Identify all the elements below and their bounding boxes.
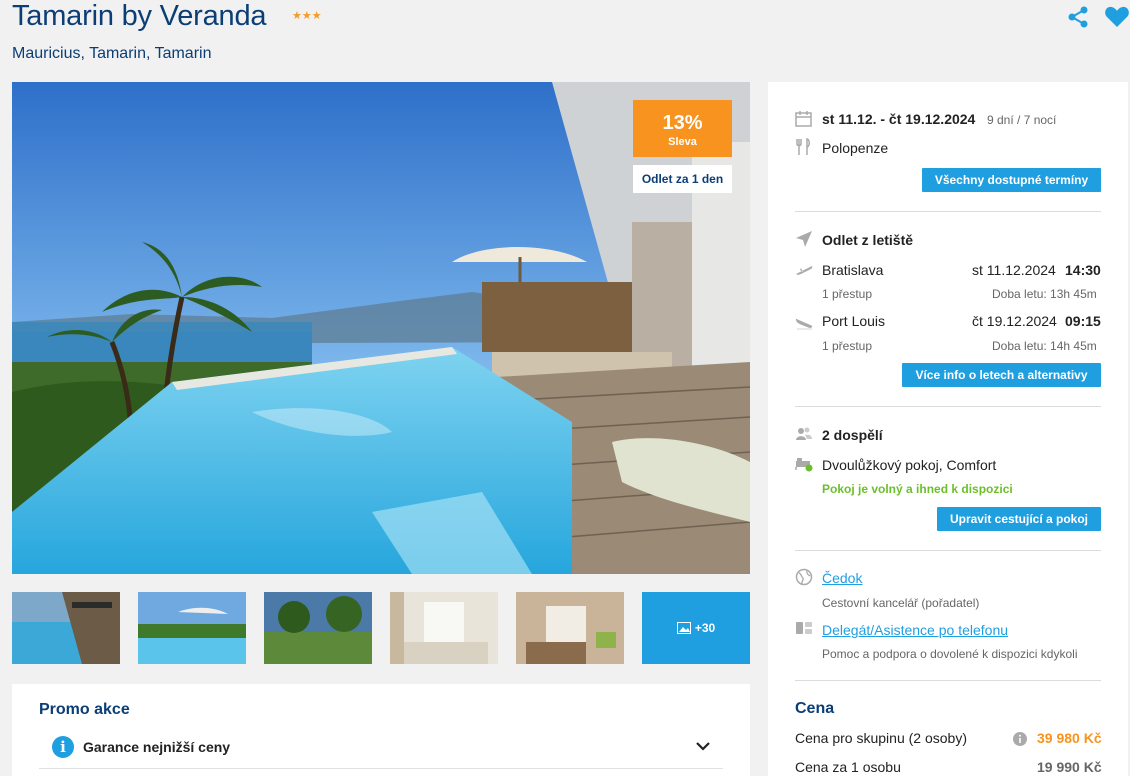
chevron-down-icon (696, 742, 710, 751)
inbound-stops: 1 přestup (822, 339, 873, 353)
hotel-name: Tamarin by Veranda (12, 0, 267, 32)
plane-landing-icon (795, 318, 813, 330)
cutlery-icon (796, 138, 810, 155)
outbound-date: st 11.12.2024 (972, 262, 1056, 278)
agency-description: Cestovní kancelář (pořadatel) (822, 596, 980, 610)
hero-photo[interactable]: 13% Sleva Odlet za 1 den (12, 82, 750, 574)
discount-badge: 13% Sleva (633, 100, 732, 157)
plane-takeoff-icon (796, 266, 813, 275)
navigation-arrow-icon (796, 231, 812, 247)
phone-support-icon (796, 622, 812, 634)
promo-section: Promo akce i Garance nejnižší ceny (12, 684, 750, 776)
promo-item-lowest-price[interactable]: i Garance nejnižší ceny (39, 731, 723, 769)
flights-heading: Odlet z letiště (822, 232, 914, 248)
group-price-value: 39 980 Kč (1037, 730, 1102, 746)
thumbnail[interactable] (12, 592, 120, 664)
calendar-icon (795, 111, 812, 127)
divider (795, 550, 1101, 551)
share-icon[interactable] (1066, 5, 1090, 29)
discount-percent: 13% (662, 112, 703, 134)
agency-link[interactable]: Čedok (822, 570, 862, 586)
page-header: Tamarin by Veranda ★★★ Mauricius, Tamari… (12, 0, 1130, 70)
per-person-price-value: 19 990 Kč (1037, 759, 1102, 775)
support-link[interactable]: Delegát/Asistence po telefonu (822, 622, 1008, 638)
trip-duration: 9 dní / 7 nocí (987, 113, 1057, 127)
per-person-price-label: Cena za 1 osobu (795, 759, 901, 775)
heart-icon[interactable] (1104, 5, 1130, 29)
outbound-city: Bratislava (822, 262, 884, 278)
board-type: Polopenze (822, 140, 889, 156)
thumbnail[interactable] (138, 592, 246, 664)
outbound-flight-duration: Doba letu: 13h 45m (992, 287, 1097, 301)
trip-dates: st 11.12. - čt 19.12.2024 (822, 111, 976, 127)
inbound-flight-duration: Doba letu: 14h 45m (992, 339, 1097, 353)
all-dates-button[interactable]: Všechny dostupné termíny (922, 168, 1101, 192)
photo-thumbnails: +30 (12, 592, 750, 664)
thumbnail[interactable] (390, 592, 498, 664)
hotel-stars: ★★★ (292, 10, 322, 22)
people-icon (796, 427, 812, 440)
divider (795, 406, 1101, 407)
support-description: Pomoc a podpora o dovolené k dispozici k… (822, 647, 1078, 661)
departure-badge: Odlet za 1 den (633, 165, 732, 193)
edit-travelers-button[interactable]: Upravit cestující a pokoj (937, 507, 1101, 531)
thumbnail[interactable] (516, 592, 624, 664)
inbound-city: Port Louis (822, 313, 886, 329)
bed-icon (795, 458, 813, 472)
divider (795, 680, 1101, 681)
outbound-stops: 1 přestup (822, 287, 873, 301)
booking-sidebar: st 11.12. - čt 19.12.2024 9 dní / 7 nocí… (768, 82, 1128, 776)
promo-item-label: Garance nejnižší ceny (83, 739, 231, 755)
traveler-count: 2 dospělí (822, 427, 883, 443)
room-availability: Pokoj je volný a ihned k dispozici (822, 482, 1013, 496)
hotel-location[interactable]: Mauricius, Tamarin, Tamarin (12, 45, 211, 63)
inbound-date: čt 19.12.2024 (972, 313, 1057, 329)
promo-title: Promo akce (39, 701, 130, 718)
info-icon: i (52, 736, 74, 758)
group-price-label: Cena pro skupinu (2 osoby) (795, 730, 967, 746)
more-photos-count: +30 (694, 621, 716, 635)
discount-label: Sleva (668, 136, 697, 148)
gallery-icon (676, 622, 691, 634)
thumbnail[interactable] (264, 592, 372, 664)
flight-info-button[interactable]: Více info o letech a alternativy (902, 363, 1101, 387)
outbound-time: 14:30 (1065, 262, 1101, 278)
divider (795, 211, 1101, 212)
more-photos-button[interactable]: +30 (642, 592, 750, 664)
info-icon[interactable] (1013, 732, 1027, 746)
room-type: Dvoulůžkový pokoj, Comfort (822, 457, 997, 473)
inbound-time: 09:15 (1065, 313, 1101, 329)
globe-icon (795, 568, 813, 586)
price-heading: Cena (795, 700, 835, 717)
